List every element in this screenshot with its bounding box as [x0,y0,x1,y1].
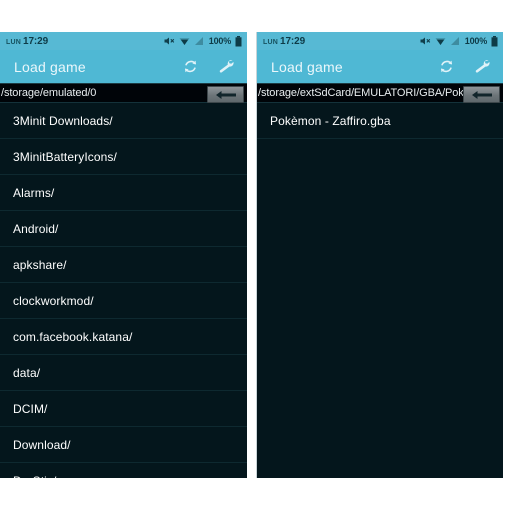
battery-percent-label: 100% [464,36,487,46]
status-icon-group: 100% [420,35,498,47]
app-title: Load game [271,58,343,75]
file-name-label: Android/ [13,221,59,236]
device-screen-left: LUN 17:29 100% Load game /storage/emulat… [0,32,247,478]
status-day-label: LUN [263,38,278,46]
app-bar-left: Load game [0,50,247,83]
status-bar-left: LUN 17:29 100% [0,32,247,50]
signal-icon [194,36,204,46]
wrench-icon[interactable] [217,58,235,75]
back-button[interactable] [207,86,244,103]
battery-full-icon [235,35,242,47]
status-clock: 17:29 [280,35,306,47]
file-list-item[interactable]: Alarms/ [0,175,247,211]
status-day-label: LUN [6,38,21,46]
screenshot-root: LUN 17:29 100% Load game /storage/emulat… [0,0,512,512]
file-list-item[interactable]: com.facebook.katana/ [0,319,247,355]
file-list-item[interactable]: DraStic/ [0,463,247,479]
signal-icon [450,36,460,46]
file-list-item[interactable]: DCIM/ [0,391,247,427]
back-arrow-icon [471,90,493,100]
file-name-label: Pokèmon - Zaffiro.gba [270,113,391,128]
file-name-label: apkshare/ [13,257,67,272]
back-arrow-icon [215,90,237,100]
file-list-item[interactable]: Download/ [0,427,247,463]
file-list-item[interactable]: clockworkmod/ [0,283,247,319]
battery-percent-label: 100% [208,36,231,46]
file-list-item[interactable]: Pokèmon - Zaffiro.gba [257,103,503,139]
battery-full-icon [491,35,498,47]
wifi-icon [179,36,190,46]
refresh-icon[interactable] [182,58,199,75]
mute-icon [164,36,175,46]
file-list-item[interactable]: Android/ [0,211,247,247]
path-bar-left: /storage/emulated/0 [0,83,247,103]
path-bar-right: /storage/extSdCard/EMULATORI/GBA/Pokè [257,83,503,103]
file-name-label: clockworkmod/ [13,293,94,308]
file-name-label: data/ [13,365,41,380]
file-name-label: DraStic/ [13,474,56,479]
file-name-label: DCIM/ [13,401,48,416]
status-clock: 17:29 [23,35,49,47]
file-name-label: com.facebook.katana/ [13,329,133,344]
file-name-label: Alarms/ [13,185,55,200]
file-name-label: 3MinitBatteryIcons/ [13,149,117,164]
status-bar-right: LUN 17:29 100% [257,32,503,50]
back-button[interactable] [463,86,500,103]
app-bar-actions [182,58,235,75]
file-list-item[interactable]: 3MinitBatteryIcons/ [0,139,247,175]
wrench-icon[interactable] [473,58,491,75]
refresh-icon[interactable] [438,58,455,75]
file-list-left[interactable]: 3Minit Downloads/ 3MinitBatteryIcons/ Al… [0,103,247,478]
file-list-item[interactable]: data/ [0,355,247,391]
file-name-label: 3Minit Downloads/ [13,113,113,128]
mute-icon [420,36,431,46]
app-bar-actions [438,58,491,75]
status-icon-group: 100% [164,35,242,47]
file-list-item[interactable]: apkshare/ [0,247,247,283]
file-name-label: Download/ [13,437,71,452]
file-list-right[interactable]: Pokèmon - Zaffiro.gba [257,103,503,478]
file-list-item[interactable]: 3Minit Downloads/ [0,103,247,139]
device-screen-right: LUN 17:29 100% Load game /storage/extSdC… [256,32,503,478]
wifi-icon [435,36,446,46]
app-bar-right: Load game [257,50,503,83]
app-title: Load game [14,58,86,75]
